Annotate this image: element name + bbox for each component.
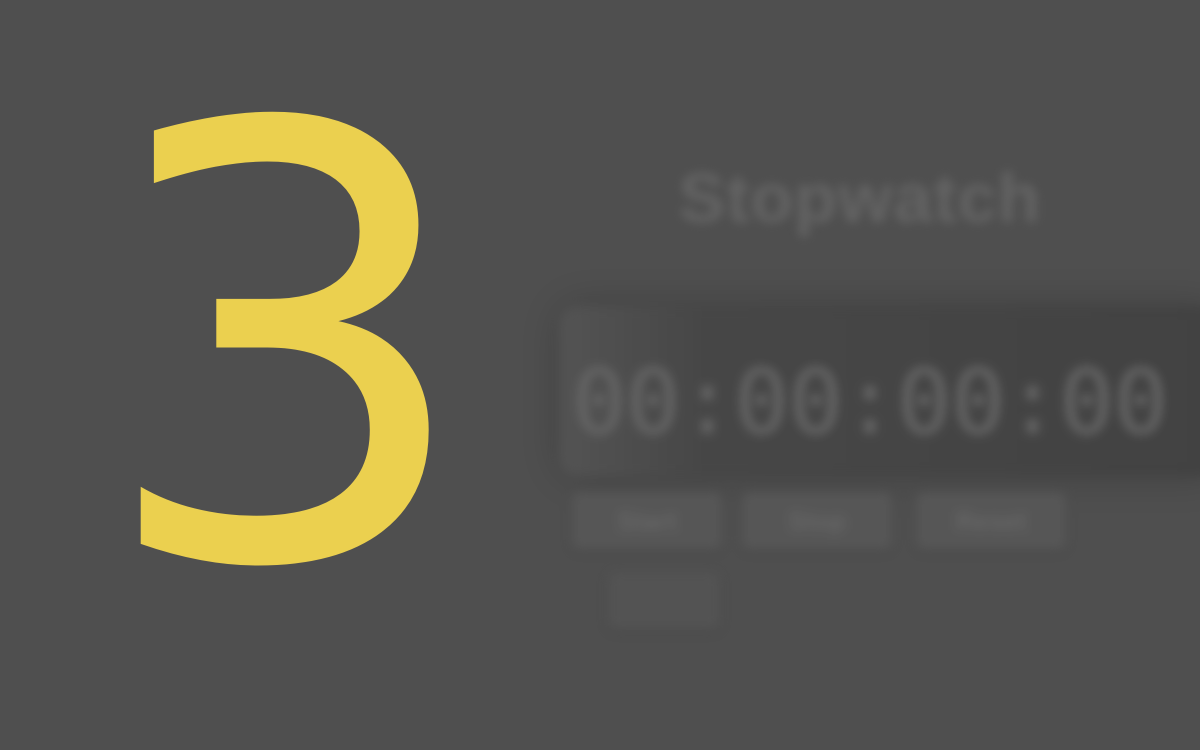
reset-button[interactable]: Reset bbox=[916, 492, 1066, 550]
extra-button[interactable] bbox=[608, 572, 720, 630]
time-readout: 00:00:00:00 bbox=[572, 350, 1169, 455]
app-title: Stopwatch bbox=[678, 159, 1042, 237]
countdown-screen: Stopwatch 00:00:00:00 Start Stop Reset 3 bbox=[0, 0, 1200, 750]
start-button[interactable]: Start bbox=[572, 492, 722, 550]
countdown-number: 3 bbox=[95, 0, 477, 699]
stop-button[interactable]: Stop bbox=[742, 492, 892, 550]
